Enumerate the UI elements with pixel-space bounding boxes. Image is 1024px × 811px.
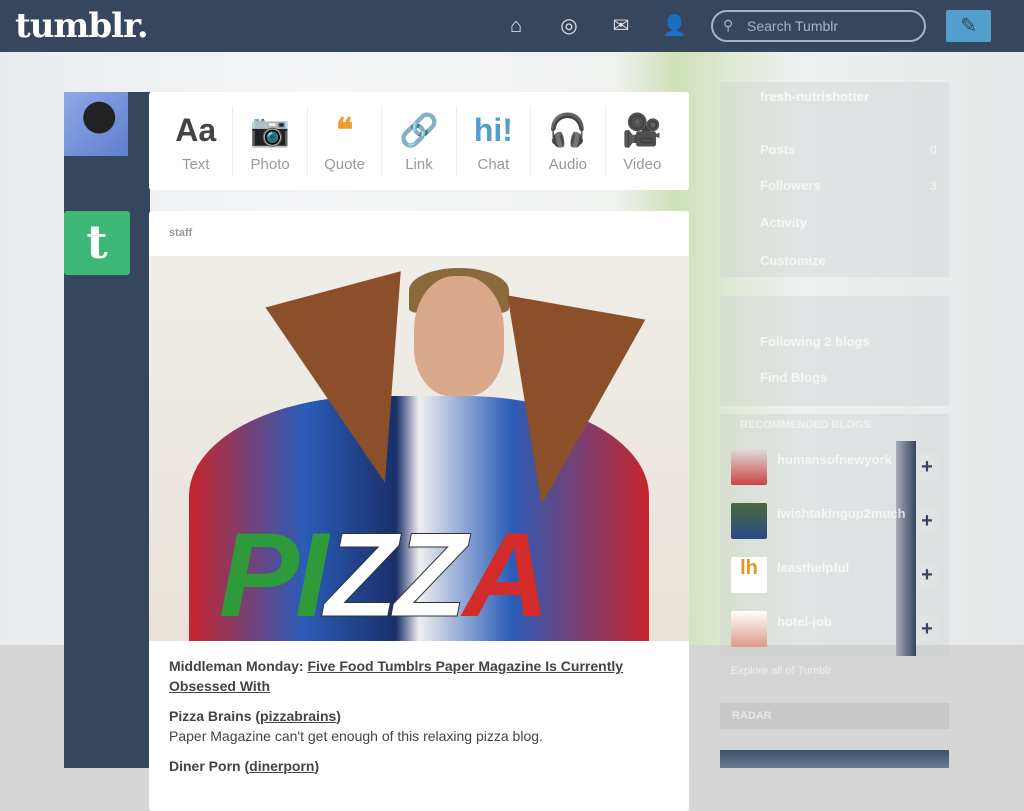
pencil-icon: ✎ <box>960 15 977 37</box>
overlay-strip <box>896 441 916 656</box>
audio-icon: 🎧 <box>547 112 588 148</box>
tumblr-logo[interactable]: tumblr. <box>15 6 149 46</box>
pizza-text: PIZZA <box>219 508 550 642</box>
post-type-chat[interactable]: hi! Chat <box>457 106 532 176</box>
follow-button[interactable]: + <box>916 508 938 534</box>
following-panel <box>720 296 949 406</box>
blog-link[interactable]: pizzabrains <box>260 708 336 724</box>
search-icon: ⚲ <box>723 17 734 33</box>
follow-button[interactable]: + <box>916 562 938 588</box>
compass-icon[interactable]: ◎ <box>557 14 581 38</box>
sidebar-item-customize[interactable]: Customize <box>760 253 826 268</box>
blog-panel <box>720 82 949 277</box>
blog-name[interactable]: fresh-nutrishotter <box>760 89 869 104</box>
sidebar-item-posts[interactable]: Posts <box>760 142 795 157</box>
recommended-blog[interactable]: leasthelpful <box>777 560 849 575</box>
recommended-blog[interactable]: humansofnewyork <box>777 452 892 467</box>
explore-link[interactable]: Explore all of Tumblr <box>731 665 831 677</box>
chat-icon: hi! <box>473 112 513 148</box>
photo-icon: 📷 <box>250 112 291 148</box>
post-body: Middleman Monday: Five Food Tumblrs Pape… <box>169 658 624 774</box>
quote-icon: ❝ <box>335 112 354 148</box>
link-icon: 🔗 <box>399 112 439 148</box>
blog-thumb[interactable]: lh <box>731 557 767 593</box>
post-type-label: Text <box>181 156 210 173</box>
follow-button[interactable]: + <box>916 616 938 642</box>
mail-icon[interactable]: ✉ <box>609 14 633 38</box>
post-type-bar: Aa Text 📷 Photo ❝ Quote 🔗 Link hi! Chat 🎧 Audio 🎥 Vid… <box>149 92 689 190</box>
recommended-blog[interactable]: iwishtakingup2much <box>777 506 906 521</box>
post-photo[interactable]: PIZZA <box>149 256 689 641</box>
find-blogs-link[interactable]: Find Blogs <box>760 370 827 385</box>
radar-image[interactable] <box>720 750 949 768</box>
account-icon[interactable]: 👤 <box>662 14 687 38</box>
follow-button[interactable]: + <box>916 454 938 480</box>
home-icon[interactable]: ⌂ <box>504 14 528 38</box>
search-input[interactable]: ⚲ Search Tumblr <box>711 10 926 42</box>
recommended-blog[interactable]: hotel-job <box>777 614 832 629</box>
blog-thumb[interactable] <box>731 503 767 539</box>
post-type-photo[interactable]: 📷 Photo <box>233 106 308 176</box>
following-link[interactable]: Following 2 blogs <box>760 334 870 349</box>
post-type-label: Audio <box>548 156 587 173</box>
top-nav: tumblr. ⌂ ◎ ✉ 👤 ⚲ Search Tumblr ✎ <box>0 0 1024 52</box>
blog-link[interactable]: dinerporn <box>249 758 314 774</box>
radar-header: RADAR <box>720 703 949 729</box>
post-type-link[interactable]: 🔗 Link <box>382 106 457 176</box>
post-type-quote[interactable]: ❝ Quote <box>308 106 383 176</box>
staff-avatar[interactable]: t <box>64 211 130 275</box>
dashboard-column-bg <box>64 92 150 768</box>
post-type-label: Chat <box>477 156 510 173</box>
compose-button[interactable]: ✎ <box>946 10 991 42</box>
post-type-text[interactable]: Aa Text <box>159 106 234 176</box>
blog-thumb[interactable] <box>731 449 767 485</box>
post-type-label: Quote <box>324 156 365 173</box>
video-icon: 🎥 <box>622 112 663 148</box>
post-type-label: Photo <box>250 156 290 173</box>
post-type-label: Video <box>623 156 662 173</box>
post: staff PIZZA Middleman Monday: Five Food … <box>149 211 689 811</box>
sidebar-item-followers[interactable]: Followers <box>760 178 821 193</box>
post-type-audio[interactable]: 🎧 Audio <box>531 106 606 176</box>
post-type-label: Link <box>405 156 433 173</box>
sidebar-item-activity[interactable]: Activity <box>760 215 807 230</box>
recommended-header: RECOMMENDED BLOGS <box>740 419 871 431</box>
blog-thumb[interactable] <box>731 611 767 647</box>
post-type-video[interactable]: 🎥 Video <box>606 106 679 176</box>
user-avatar[interactable] <box>64 92 128 156</box>
text-icon: Aa <box>175 112 217 148</box>
post-author[interactable]: staff <box>169 227 192 239</box>
